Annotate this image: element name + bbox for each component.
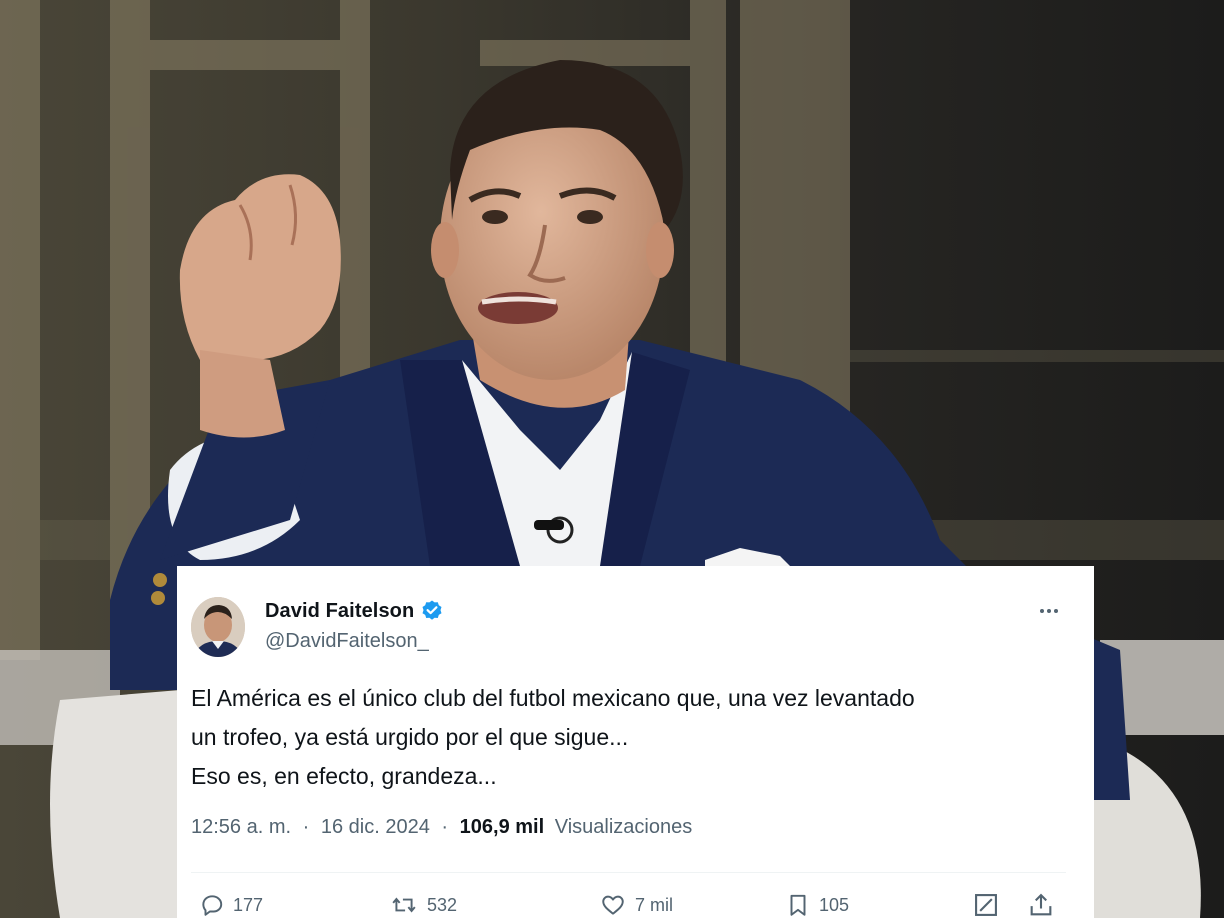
divider bbox=[191, 872, 1066, 873]
tweet-text-line: Eso es, en efecto, grandeza... bbox=[191, 763, 497, 789]
bookmark-button[interactable]: 105 bbox=[785, 888, 849, 918]
author-handle[interactable]: @DavidFaitelson_ bbox=[265, 630, 429, 653]
like-button[interactable]: 7 mil bbox=[599, 888, 673, 918]
share-button[interactable] bbox=[1027, 888, 1055, 918]
tweet-date[interactable]: 16 dic. 2024 bbox=[321, 816, 430, 838]
views-label: Visualizaciones bbox=[554, 816, 693, 838]
like-count: 7 mil bbox=[635, 894, 674, 915]
edit-icon bbox=[971, 891, 1001, 918]
author-name[interactable]: David Faitelson bbox=[265, 600, 414, 623]
edit-button[interactable] bbox=[971, 888, 1001, 918]
tweet-time[interactable]: 12:56 a. m. bbox=[191, 816, 291, 838]
bookmark-icon bbox=[785, 892, 811, 918]
screenshot: David Faitelson @DavidFaitelson_ El Amér… bbox=[0, 0, 1224, 918]
reply-icon bbox=[199, 892, 225, 918]
avatar[interactable] bbox=[191, 597, 245, 657]
more-icon[interactable] bbox=[1033, 599, 1065, 623]
verified-badge-icon bbox=[420, 599, 444, 623]
bookmark-count: 105 bbox=[819, 894, 850, 915]
repost-count: 532 bbox=[427, 894, 458, 915]
repost-icon bbox=[389, 892, 419, 918]
tweet-text: El América es el único club del futbol m… bbox=[191, 679, 1081, 796]
views-count: 106,9 mil bbox=[459, 816, 545, 838]
repost-button[interactable]: 532 bbox=[389, 888, 457, 918]
like-icon bbox=[599, 892, 627, 918]
share-icon bbox=[1027, 891, 1055, 918]
tweet-card: David Faitelson @DavidFaitelson_ El Amér… bbox=[177, 566, 1094, 918]
tweet-meta: 12:56 a. m. · 16 dic. 2024 · 106,9 mil V… bbox=[191, 816, 692, 839]
author-name-row: David Faitelson bbox=[265, 598, 444, 624]
tweet-text-line: El América es el único club del futbol m… bbox=[191, 685, 915, 711]
meta-separator: · bbox=[441, 816, 449, 838]
reply-count: 177 bbox=[233, 894, 264, 915]
tweet-text-line: un trofeo, ya está urgido por el que sig… bbox=[191, 724, 629, 750]
reply-button[interactable]: 177 bbox=[199, 888, 263, 918]
avatar-image bbox=[191, 597, 245, 657]
meta-separator: · bbox=[302, 816, 310, 838]
action-bar: 177 532 7 mil 105 bbox=[191, 888, 1081, 918]
